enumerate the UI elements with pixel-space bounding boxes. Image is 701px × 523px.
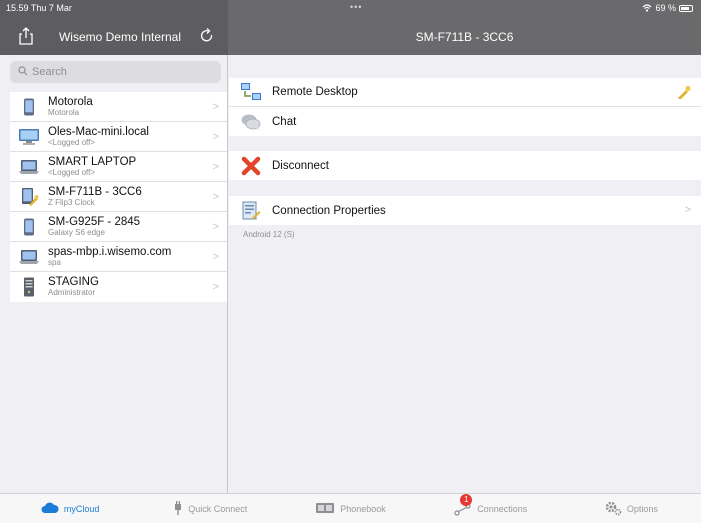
phone-icon xyxy=(10,212,48,242)
tab-label: Phonebook xyxy=(340,503,386,514)
top-bar: 15.59 Thu 7 Mar ••• 69 % Wisemo Demo Int… xyxy=(0,0,701,55)
properties-group: Connection Properties > xyxy=(229,196,701,225)
device-name: STAGING xyxy=(48,276,99,288)
chevron-right-icon: > xyxy=(212,101,219,113)
laptop-icon xyxy=(10,242,48,272)
remote-desktop-label: Remote Desktop xyxy=(272,86,358,98)
device-row-motorola[interactable]: Motorola Motorola > xyxy=(10,92,227,122)
key-icon xyxy=(677,85,691,104)
tab-label: Quick Connect xyxy=(188,503,248,514)
chevron-right-icon: > xyxy=(212,161,219,173)
chevron-right-icon: > xyxy=(212,191,219,203)
tab-label: Options xyxy=(626,503,658,514)
chevron-right-icon: > xyxy=(212,251,219,263)
left-pane-title: Wisemo Demo Internal xyxy=(58,30,182,44)
battery-percentage: 69 % xyxy=(655,3,676,13)
server-icon xyxy=(10,272,48,302)
gear-icon xyxy=(604,500,622,518)
phone-icon xyxy=(10,92,48,122)
monitor-icon xyxy=(10,122,48,152)
device-name: Motorola xyxy=(48,95,93,108)
multitask-dots[interactable]: ••• xyxy=(350,2,362,12)
device-row-staging[interactable]: STAGING Administrator > xyxy=(10,272,227,302)
connections-badge: 1 xyxy=(460,493,473,506)
tab-quick-connect[interactable]: Quick Connect xyxy=(140,494,280,523)
phone-key-icon xyxy=(10,182,48,212)
disconnect-row[interactable]: Disconnect xyxy=(229,151,701,180)
tab-mycloud[interactable]: myCloud xyxy=(0,494,140,523)
search-icon xyxy=(18,65,28,79)
remote-desktop-icon xyxy=(229,78,272,107)
tab-label: myCloud xyxy=(63,503,100,514)
device-row-spas-mbp[interactable]: spas-mbp.i.wisemo.com spa > xyxy=(10,242,227,272)
search-input[interactable]: Search xyxy=(10,61,221,83)
tab-label: Connections xyxy=(477,503,528,514)
chevron-right-icon: > xyxy=(684,204,691,216)
device-row-oles-mac-mini[interactable]: Oles-Mac-mini.local <Logged off> > xyxy=(10,122,227,152)
tab-options[interactable]: Options xyxy=(561,494,701,523)
tab-connections[interactable]: 1 Connections xyxy=(421,493,561,523)
refresh-icon[interactable] xyxy=(199,27,215,45)
search-placeholder: Search xyxy=(32,66,67,78)
chevron-right-icon: > xyxy=(212,131,219,143)
cloud-icon xyxy=(41,502,59,516)
chat-label: Chat xyxy=(272,115,297,128)
remote-desktop-row[interactable]: Remote Desktop xyxy=(229,78,701,107)
plug-icon xyxy=(173,500,183,517)
status-time-value: 15.59 xyxy=(6,3,29,13)
device-name: Oles-Mac-mini.local xyxy=(48,125,149,138)
device-list: Motorola Motorola > Oles-Mac-mini.local … xyxy=(10,92,227,302)
phonebook-icon xyxy=(315,502,335,516)
tab-bar: myCloud Quick Connect Phonebook 1 Connec… xyxy=(0,493,701,523)
actions-group: Remote Desktop Chat xyxy=(229,78,701,136)
status-right: 69 % xyxy=(642,3,693,13)
device-row-smart-laptop[interactable]: SMART LAPTOP <Logged off> > xyxy=(10,152,227,182)
chevron-right-icon: > xyxy=(212,281,219,293)
device-sub: spa xyxy=(48,257,61,267)
device-sub: Motorola xyxy=(48,107,80,117)
device-sub: <Logged off> xyxy=(48,137,96,147)
tab-phonebook[interactable]: Phonebook xyxy=(280,494,420,523)
device-sub: <Logged off> xyxy=(48,167,96,177)
battery-icon xyxy=(679,4,693,12)
disconnect-group: Disconnect xyxy=(229,151,701,180)
chat-row[interactable]: Chat xyxy=(229,107,701,136)
device-row-sm-f711b[interactable]: SM-F711B - 3CC6 Z Flip3 Clock > xyxy=(10,182,227,212)
device-row-sm-g925f[interactable]: SM-G925F - 2845 Galaxy S6 edge > xyxy=(10,212,227,242)
device-name: SM-G925F - 2845 xyxy=(48,215,141,228)
disconnect-x-icon xyxy=(229,151,272,180)
device-detail-pane: Remote Desktop Chat Disconnect Connectio… xyxy=(229,55,701,493)
device-list-pane: Search Motorola Motorola > Oles-Mac-mini… xyxy=(0,55,228,493)
device-sub: Administrator xyxy=(48,288,96,297)
disconnect-label: Disconnect xyxy=(272,159,329,172)
device-name: SM-F711B - 3CC6 xyxy=(48,185,142,198)
chat-icon xyxy=(229,107,272,136)
device-sub: Z Flip3 Clock xyxy=(48,197,95,207)
connections-icon: 1 xyxy=(454,493,473,516)
device-name: SMART LAPTOP xyxy=(48,155,137,168)
detail-title: SM-F711B - 3CC6 xyxy=(415,30,514,44)
status-time: 15.59 Thu 7 Mar xyxy=(6,3,72,13)
laptop-icon xyxy=(10,152,48,182)
device-name: spas-mbp.i.wisemo.com xyxy=(48,245,172,258)
connection-properties-label: Connection Properties xyxy=(272,204,386,217)
status-date-value: Thu 7 Mar xyxy=(30,3,72,13)
device-sub: Galaxy S6 edge xyxy=(48,227,105,237)
wifi-icon xyxy=(642,4,652,12)
chevron-right-icon: > xyxy=(212,221,219,233)
connection-properties-row[interactable]: Connection Properties > xyxy=(229,196,701,225)
os-version-text: Android 12 (S) xyxy=(243,230,295,239)
properties-icon xyxy=(229,196,272,225)
